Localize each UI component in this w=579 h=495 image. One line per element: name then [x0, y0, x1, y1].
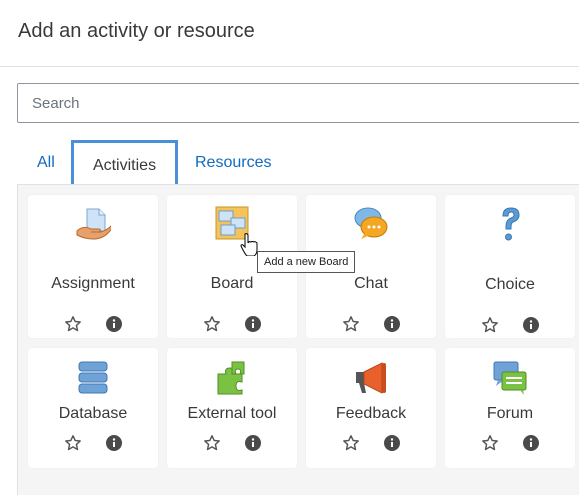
add-activity-dialog: Add an activity or resource All Activiti… [0, 0, 579, 495]
module-label-choice: Choice [485, 276, 535, 293]
module-label-chat: Chat [354, 275, 388, 292]
external-tool-icon [217, 361, 245, 395]
module-label-feedback: Feedback [335, 405, 407, 422]
info-icon[interactable] [523, 317, 539, 333]
module-card-forum[interactable]: Forum [445, 348, 575, 468]
tooltip: Add a new Board [257, 251, 356, 273]
dialog-title: Add an activity or resource [18, 20, 255, 42]
star-icon[interactable] [481, 316, 499, 334]
module-label-board: Board [210, 275, 254, 292]
info-icon[interactable] [106, 435, 122, 451]
module-card-database[interactable]: Database [28, 348, 158, 468]
search-input[interactable] [17, 83, 579, 123]
tab-all[interactable]: All [37, 154, 55, 172]
info-icon[interactable] [523, 435, 539, 451]
database-icon [78, 361, 108, 394]
info-icon[interactable] [245, 435, 261, 451]
assignment-icon [76, 208, 111, 240]
star-icon[interactable] [342, 434, 360, 452]
module-card-feedback[interactable]: Feedback [306, 348, 436, 468]
star-icon[interactable] [64, 434, 82, 452]
star-icon[interactable] [342, 315, 360, 333]
module-card-external-tool[interactable]: External tool [167, 348, 297, 468]
tab-activities[interactable]: Activities [71, 140, 178, 185]
module-label-database: Database [58, 405, 128, 422]
module-label-assignment: Assignment [51, 275, 135, 292]
chat-icon [354, 207, 388, 239]
module-label-forum: Forum [486, 405, 534, 422]
info-icon[interactable] [106, 316, 122, 332]
modules-panel: Assignment Board Chat Choice Database Ex… [17, 184, 579, 495]
info-icon[interactable] [384, 316, 400, 332]
feedback-icon [356, 362, 386, 394]
star-icon[interactable] [203, 434, 221, 452]
info-icon[interactable] [245, 316, 261, 332]
star-icon[interactable] [64, 315, 82, 333]
choice-icon [502, 207, 520, 241]
dialog-header: Add an activity or resource [0, 0, 579, 67]
star-icon[interactable] [203, 315, 221, 333]
info-icon[interactable] [384, 435, 400, 451]
module-card-assignment[interactable]: Assignment [28, 195, 158, 338]
module-label-external-tool: External tool [187, 405, 277, 422]
star-icon[interactable] [481, 434, 499, 452]
forum-icon [493, 361, 527, 395]
tab-resources[interactable]: Resources [195, 154, 271, 172]
module-card-choice[interactable]: Choice [445, 195, 575, 338]
tab-bar: All Activities Resources [0, 140, 579, 185]
